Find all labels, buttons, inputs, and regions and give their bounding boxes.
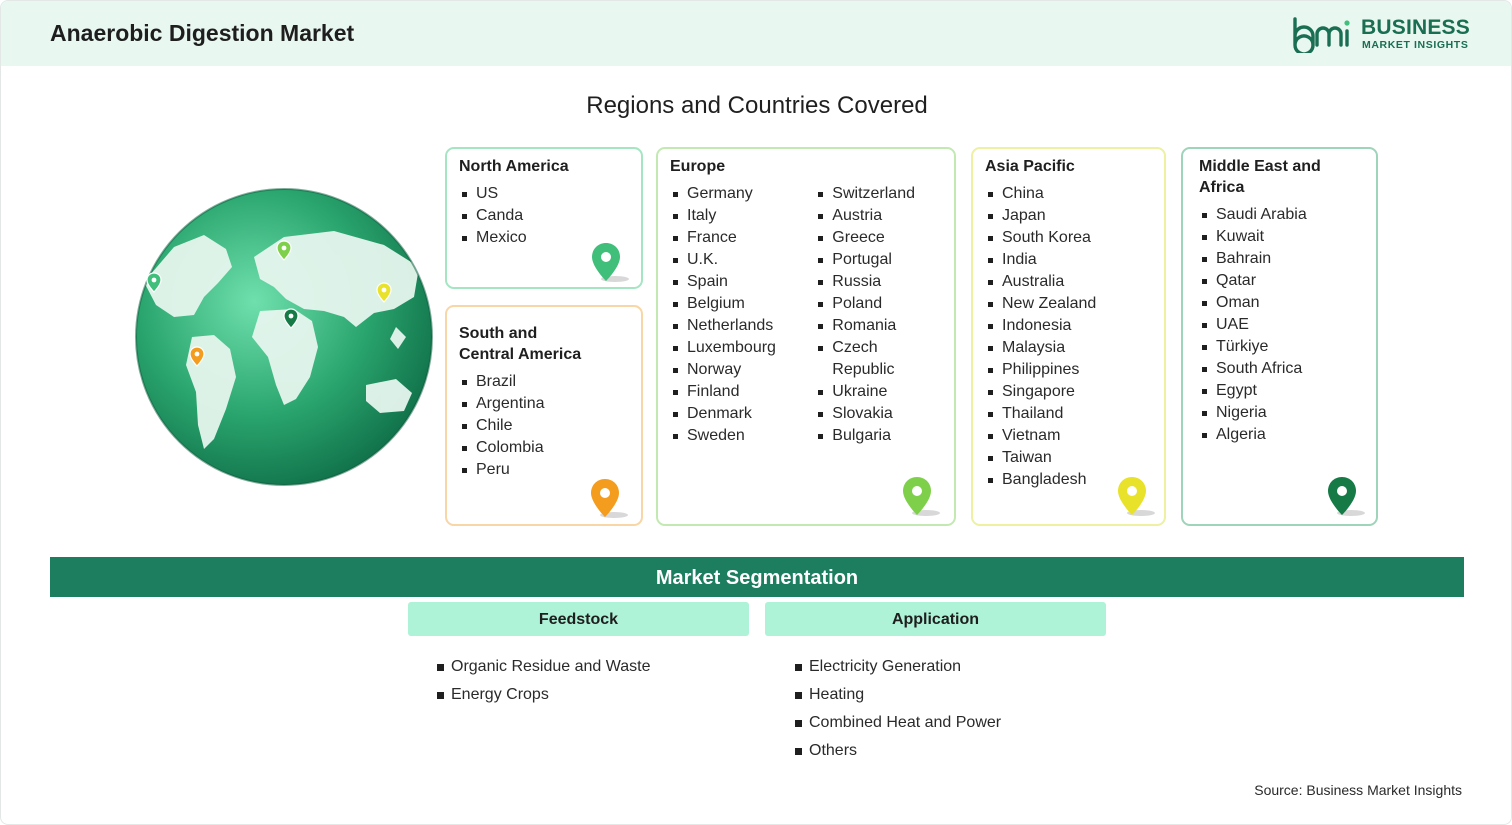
country-item: Finland <box>670 381 815 403</box>
regions-title: Regions and Countries Covered <box>586 92 928 119</box>
region-title-asia-pacific: Asia Pacific <box>985 158 1075 175</box>
country-item: Czech Republic <box>815 337 942 381</box>
country-list-north-america: US Canda Mexico <box>459 183 629 249</box>
country-item: Indonesia <box>985 315 1152 337</box>
country-item: Algeria <box>1199 424 1364 446</box>
country-item: Kuwait <box>1199 226 1364 248</box>
segment-list-application: Electricity Generation Heating Combined … <box>795 653 1001 765</box>
country-item: Türkiye <box>1199 336 1364 358</box>
country-item: Qatar <box>1199 270 1364 292</box>
country-list-middle-east-africa: Saudi Arabia Kuwait Bahrain Qatar Oman U… <box>1199 204 1364 446</box>
country-item: Germany <box>670 183 815 205</box>
country-item: Saudi Arabia <box>1199 204 1364 226</box>
country-item: Oman <box>1199 292 1364 314</box>
country-item: Poland <box>815 293 942 315</box>
bmi-logo-mark-icon <box>1293 17 1350 53</box>
source-note: Source: Business Market Insights <box>1254 782 1462 798</box>
country-item: Colombia <box>459 437 629 459</box>
country-item: South Africa <box>1199 358 1364 380</box>
segmentation-title-bar: Market Segmentation <box>50 557 1464 597</box>
country-item: Taiwan <box>985 447 1152 469</box>
country-item: Bahrain <box>1199 248 1364 270</box>
location-pin-icon <box>592 243 629 282</box>
country-item: Australia <box>985 271 1152 293</box>
country-item: Argentina <box>459 393 629 415</box>
segment-item: Organic Residue and Waste <box>437 653 651 681</box>
country-list-europe-col2: Switzerland Austria Greece Portugal Russ… <box>815 183 942 447</box>
country-item: New Zealand <box>985 293 1152 315</box>
region-title-north-america: North America <box>459 158 569 175</box>
location-pin-icon <box>1118 477 1155 516</box>
segment-header-application: Application <box>765 602 1106 636</box>
segment-header-feedstock: Feedstock <box>408 602 749 636</box>
country-item: Sweden <box>670 425 815 447</box>
country-item: Philippines <box>985 359 1152 381</box>
region-card-europe: Europe Germany Italy France U.K. Spain B… <box>656 147 956 526</box>
country-item: Portugal <box>815 249 942 271</box>
segment-item: Combined Heat and Power <box>795 709 1001 737</box>
country-item: U.K. <box>670 249 815 271</box>
country-item: Greece <box>815 227 942 249</box>
header-bar: Anaerobic Digestion Market BUSINESS MARK… <box>1 1 1511 66</box>
country-item: Slovakia <box>815 403 942 425</box>
country-list-asia-pacific: China Japan South Korea India Australia … <box>985 183 1152 491</box>
country-item: Denmark <box>670 403 815 425</box>
logo-text-business: BUSINESS <box>1361 16 1470 39</box>
location-pin-icon <box>591 479 628 518</box>
segment-item: Electricity Generation <box>795 653 1001 681</box>
country-item: Luxembourg <box>670 337 815 359</box>
country-item: Bulgaria <box>815 425 942 447</box>
segment-item: Energy Crops <box>437 681 651 709</box>
country-item: Vietnam <box>985 425 1152 447</box>
location-pin-icon <box>1328 477 1365 516</box>
region-card-middle-east-africa: Middle East and Africa Saudi Arabia Kuwa… <box>1181 147 1378 526</box>
world-globe-icon <box>135 188 433 486</box>
country-item: Singapore <box>985 381 1152 403</box>
country-item: Malaysia <box>985 337 1152 359</box>
country-item: Chile <box>459 415 629 437</box>
segment-item: Others <box>795 737 1001 765</box>
country-item: China <box>985 183 1152 205</box>
country-item: Canda <box>459 205 629 227</box>
country-item: Switzerland <box>815 183 942 205</box>
region-title-europe: Europe <box>670 158 726 175</box>
country-item: UAE <box>1199 314 1364 336</box>
segment-item: Heating <box>795 681 1001 709</box>
region-card-north-america: North America US Canda Mexico <box>445 147 643 289</box>
country-item: Norway <box>670 359 815 381</box>
location-pin-icon <box>903 477 940 516</box>
region-title-south-central-america-line2: Central America <box>459 346 582 363</box>
logo-text-market-insights: MARKET INSIGHTS <box>1362 39 1469 51</box>
region-card-south-central-america: South and Central America Brazil Argenti… <box>445 305 643 526</box>
region-title-south-central-america-line1: South and <box>459 325 538 342</box>
country-list-south-central-america: Brazil Argentina Chile Colombia Peru <box>459 371 629 481</box>
country-item: Ukraine <box>815 381 942 403</box>
region-title-middle-east-africa: Middle East and Africa <box>1199 158 1321 196</box>
segment-list-feedstock: Organic Residue and Waste Energy Crops <box>437 653 651 709</box>
country-item: Spain <box>670 271 815 293</box>
country-item: Thailand <box>985 403 1152 425</box>
page-frame: Anaerobic Digestion Market BUSINESS MARK… <box>0 0 1512 825</box>
country-item: US <box>459 183 629 205</box>
country-item: Japan <box>985 205 1152 227</box>
region-card-asia-pacific: Asia Pacific China Japan South Korea Ind… <box>971 147 1166 526</box>
country-item: Romania <box>815 315 942 337</box>
country-item: South Korea <box>985 227 1152 249</box>
country-item: India <box>985 249 1152 271</box>
country-item: Russia <box>815 271 942 293</box>
country-item: France <box>670 227 815 249</box>
country-item: Egypt <box>1199 380 1364 402</box>
country-item: Netherlands <box>670 315 815 337</box>
country-item: Italy <box>670 205 815 227</box>
country-list-europe-col1: Germany Italy France U.K. Spain Belgium … <box>670 183 815 447</box>
brand-logo: BUSINESS MARKET INSIGHTS <box>1291 15 1471 55</box>
country-item: Brazil <box>459 371 629 393</box>
country-item: Belgium <box>670 293 815 315</box>
page-title: Anaerobic Digestion Market <box>50 20 355 46</box>
country-item: Nigeria <box>1199 402 1364 424</box>
country-item: Austria <box>815 205 942 227</box>
